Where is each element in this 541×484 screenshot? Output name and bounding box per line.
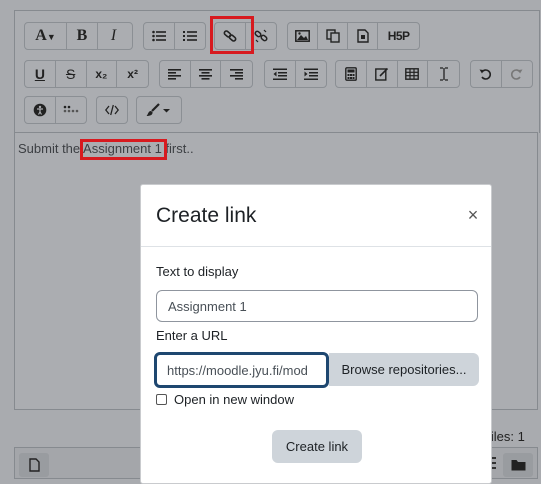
text-to-display-label: Text to display bbox=[156, 264, 239, 279]
text-to-display-input[interactable] bbox=[156, 290, 478, 322]
align-left-icon bbox=[168, 69, 182, 80]
bold-button[interactable]: B bbox=[67, 23, 98, 49]
accessibility-checker-button[interactable] bbox=[25, 97, 56, 123]
undo-icon bbox=[479, 68, 492, 80]
paintbrush-button[interactable] bbox=[137, 97, 179, 123]
open-new-window-checkbox[interactable] bbox=[156, 394, 167, 405]
align-right-button[interactable] bbox=[221, 61, 252, 87]
toolbar-group-indent bbox=[264, 60, 327, 88]
align-center-button[interactable] bbox=[191, 61, 222, 87]
toolbar-group-accessibility bbox=[24, 96, 87, 124]
equation-icon bbox=[344, 67, 357, 81]
image-icon bbox=[295, 30, 310, 42]
ordered-list-button[interactable] bbox=[175, 23, 205, 49]
table-icon bbox=[405, 68, 420, 80]
superscript-button[interactable]: x² bbox=[117, 61, 148, 87]
browse-repositories-button[interactable]: Browse repositories... bbox=[329, 353, 479, 386]
toolbar-group-media: H5P bbox=[287, 22, 420, 50]
indent-icon bbox=[303, 68, 318, 80]
toolbar-group-align bbox=[159, 60, 253, 88]
table-button[interactable] bbox=[398, 61, 429, 87]
subscript-icon: x₂ bbox=[95, 67, 108, 81]
folder-icon bbox=[511, 460, 525, 471]
image-button[interactable] bbox=[288, 23, 319, 49]
bold-icon: B bbox=[76, 27, 88, 44]
special-char-icon bbox=[374, 67, 388, 81]
font-style-icon: A▼ bbox=[35, 27, 56, 44]
close-icon[interactable]: × bbox=[463, 205, 483, 225]
html-button[interactable] bbox=[97, 97, 127, 123]
toolbar-group-lists bbox=[143, 22, 206, 50]
html-icon bbox=[105, 104, 119, 116]
align-left-button[interactable] bbox=[160, 61, 191, 87]
create-link-button[interactable]: Create link bbox=[272, 430, 362, 463]
ordered-list-icon bbox=[182, 31, 197, 41]
open-new-window-label[interactable]: Open in new window bbox=[174, 392, 294, 407]
manage-files-button[interactable] bbox=[348, 23, 379, 49]
url-label: Enter a URL bbox=[156, 328, 228, 343]
unlink-icon bbox=[254, 29, 268, 43]
dialog-header: Create link × bbox=[141, 185, 491, 247]
media-icon bbox=[325, 29, 340, 43]
folder-view-button[interactable] bbox=[503, 453, 533, 477]
outdent-icon bbox=[272, 68, 287, 80]
underline-button[interactable]: U bbox=[25, 61, 56, 87]
accessibility-checker-icon bbox=[33, 103, 47, 117]
add-file-button[interactable] bbox=[19, 453, 49, 477]
clear-format-button[interactable] bbox=[428, 61, 459, 87]
manage-files-icon bbox=[357, 29, 369, 43]
dialog-title: Create link bbox=[156, 204, 257, 227]
toolbar-group-paint bbox=[136, 96, 182, 124]
h5p-icon: H5P bbox=[387, 29, 410, 43]
equation-button[interactable] bbox=[336, 61, 367, 87]
font-style-button[interactable]: A▼ bbox=[25, 23, 67, 49]
content-text-prefix: Submit the bbox=[18, 141, 84, 156]
strikethrough-icon: S bbox=[65, 66, 76, 82]
subscript-button[interactable]: x₂ bbox=[87, 61, 118, 87]
italic-icon: I bbox=[110, 27, 117, 44]
italic-button[interactable]: I bbox=[98, 23, 129, 49]
selected-text-highlight bbox=[80, 139, 167, 160]
redo-button[interactable] bbox=[502, 61, 532, 87]
link-button-highlight bbox=[210, 16, 254, 54]
screenreader-helper-icon bbox=[63, 105, 79, 113]
underline-icon: U bbox=[34, 66, 45, 82]
strikethrough-button[interactable]: S bbox=[56, 61, 87, 87]
indent-button[interactable] bbox=[296, 61, 326, 87]
paintbrush-icon bbox=[146, 103, 170, 116]
toolbar-group-text: A▼ B I bbox=[24, 22, 133, 50]
redo-icon bbox=[511, 68, 523, 80]
toolbar-group-html bbox=[96, 96, 128, 124]
clear-format-icon bbox=[439, 67, 448, 81]
undo-button[interactable] bbox=[471, 61, 502, 87]
h5p-button[interactable]: H5P bbox=[378, 23, 419, 49]
unordered-list-icon bbox=[151, 30, 166, 42]
file-icon bbox=[28, 458, 40, 472]
create-link-dialog: Create link × Text to display Enter a UR… bbox=[140, 184, 492, 484]
special-char-button[interactable] bbox=[367, 61, 398, 87]
outdent-button[interactable] bbox=[265, 61, 296, 87]
align-right-icon bbox=[230, 69, 244, 80]
toolbar-group-insert bbox=[335, 60, 460, 88]
media-button[interactable] bbox=[318, 23, 349, 49]
unordered-list-button[interactable] bbox=[144, 23, 175, 49]
toolbar-group-format: U S x₂ x² bbox=[24, 60, 149, 88]
toolbar-group-history bbox=[470, 60, 533, 88]
superscript-icon: x² bbox=[127, 67, 138, 81]
screenreader-helper-button[interactable] bbox=[56, 97, 86, 123]
url-input[interactable] bbox=[154, 352, 329, 388]
align-center-icon bbox=[199, 69, 212, 80]
